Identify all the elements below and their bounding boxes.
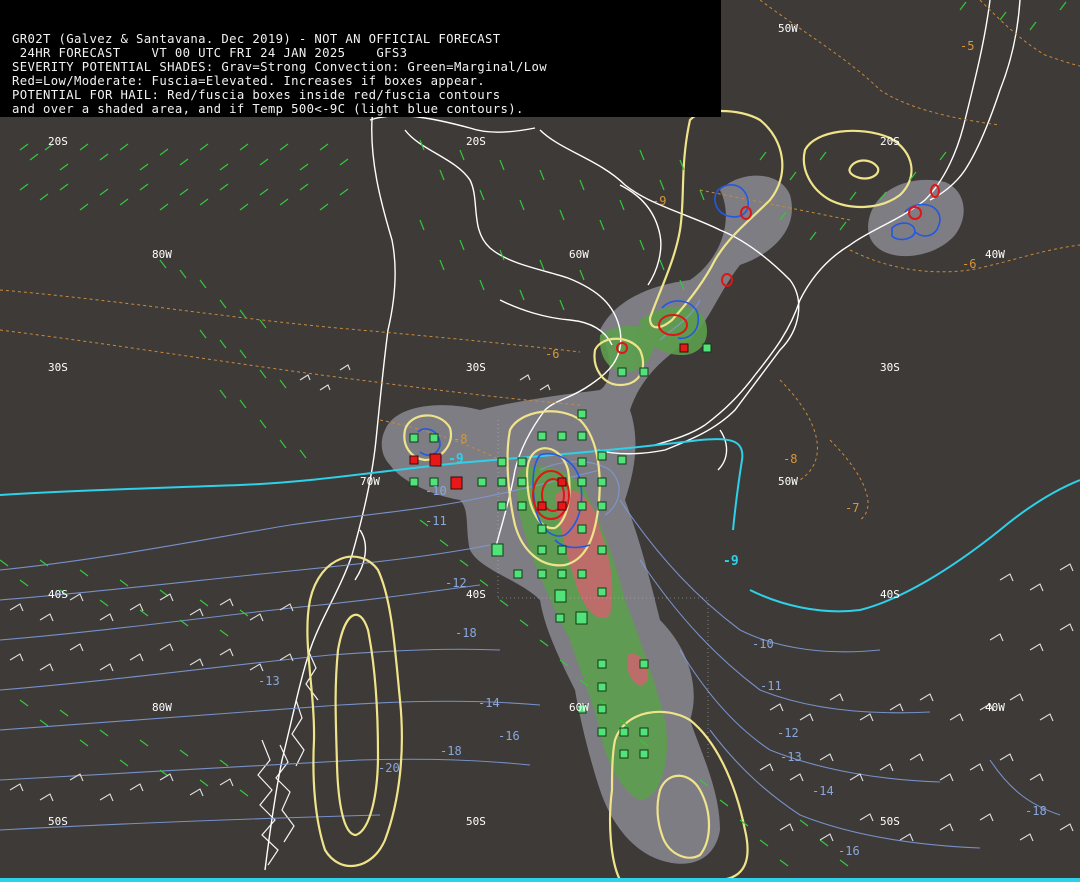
contour-label: -6 (962, 257, 976, 271)
header-line-forecast: 24HR FORECAST VT 00 UTC FRI 24 JAN 2025 … (12, 46, 408, 60)
label-50s-west: 50S (48, 815, 68, 828)
header-line-hail: POTENTIAL FOR HAIL: Red/fuscia boxes ins… (12, 88, 501, 102)
contour-label: -11 (760, 679, 782, 693)
label-50w-north: 50W (778, 22, 798, 35)
contour-label: -6 (545, 347, 559, 361)
label-50s-east: 50S (880, 815, 900, 828)
label-50w-center: 50W (778, 475, 798, 488)
label-20s-west: 20S (48, 135, 68, 148)
label-30s-west: 30S (48, 361, 68, 374)
label-30s-east: 30S (880, 361, 900, 374)
contour-label: -9 (723, 554, 739, 569)
contour-label: -13 (258, 674, 280, 688)
contour-label: -12 (445, 576, 467, 590)
label-20s-center: 20S (466, 135, 486, 148)
label-40s-east: 40S (880, 588, 900, 601)
header-line-hail-condition: and over a shaded area, and if Temp 500<… (12, 102, 524, 116)
bottom-border (0, 878, 1080, 882)
label-60w-south: 60W (569, 701, 589, 714)
contour-label: -20 (378, 761, 400, 775)
label-40w-south: 40W (985, 701, 1005, 714)
contour-label: -12 (777, 726, 799, 740)
contour-label: -10 (425, 484, 447, 498)
contour-label: -18 (1025, 804, 1047, 818)
forecast-map: 20S 20S 20S 30S 30S 30S 40S 40S 40S 50S … (0, 0, 1080, 882)
header-line-severity: SEVERITY POTENTIAL SHADES: Grav=Strong C… (12, 60, 547, 74)
contour-label: -9 (448, 452, 464, 467)
contour-label: -9 (652, 194, 666, 208)
contour-label: -14 (478, 696, 500, 710)
contour-label: -16 (838, 844, 860, 858)
label-40s-center: 40S (466, 588, 486, 601)
label-50s-center: 50S (466, 815, 486, 828)
contour-label: -10 (752, 637, 774, 651)
label-30s-center: 30S (466, 361, 486, 374)
label-80w-north: 80W (152, 248, 172, 261)
label-20s-east: 20S (880, 135, 900, 148)
contour-label: -18 (455, 626, 477, 640)
contour-label: -13 (780, 750, 802, 764)
contour-label: -8 (783, 452, 797, 466)
forecast-header: GR02T (Galvez & Santavana. Dec 2019) - N… (0, 0, 721, 117)
contour-label: -7 (845, 501, 859, 515)
label-70w-center: 70W (360, 475, 380, 488)
label-60w-north: 60W (569, 248, 589, 261)
contour-label: -11 (425, 514, 447, 528)
label-40w-north: 40W (985, 248, 1005, 261)
contour-label: -5 (960, 39, 974, 53)
contour-label: -16 (498, 729, 520, 743)
header-line-legend: Red=Low/Moderate: Fuscia=Elevated. Incre… (12, 74, 485, 88)
contour-label: -8 (453, 432, 467, 446)
contour-label: -18 (440, 744, 462, 758)
header-line-title: GR02T (Galvez & Santavana. Dec 2019) - N… (12, 32, 501, 46)
contour-label: -14 (812, 784, 834, 798)
label-80w-south: 80W (152, 701, 172, 714)
label-40s-west: 40S (48, 588, 68, 601)
